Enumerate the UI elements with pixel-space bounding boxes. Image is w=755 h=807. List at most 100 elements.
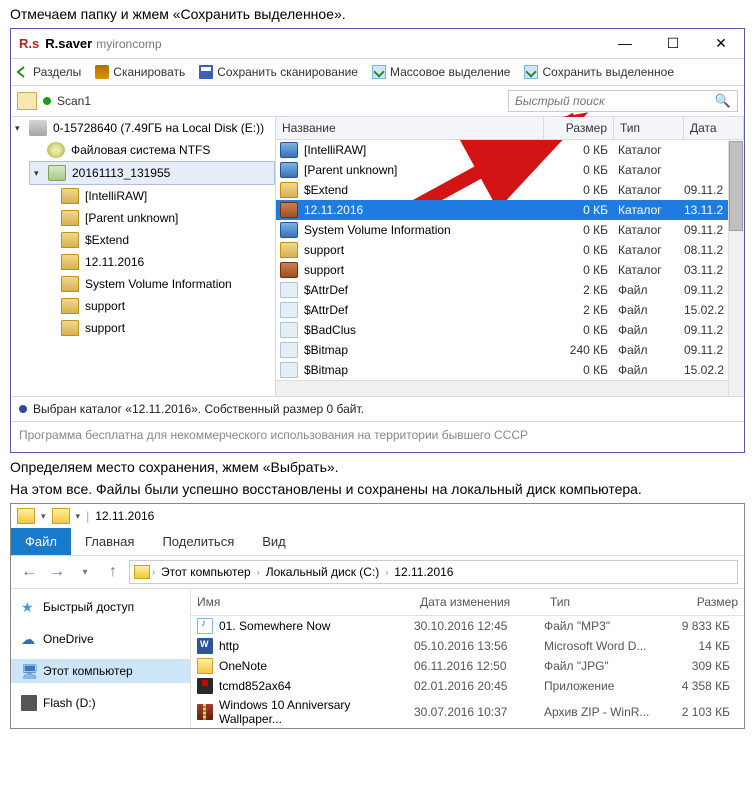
tree-root[interactable]: ▾ 0-15728640 (7.49ГБ на Local Disk (E:)) <box>11 117 275 139</box>
list-row[interactable]: $BadClus0 КБФайл09.11.2 <box>276 320 744 340</box>
explorer-row[interactable]: OneNote06.11.2016 12:50Файл "JPG"309 КБ <box>191 656 744 676</box>
mass-select-icon <box>372 65 386 79</box>
nav-forward-button[interactable]: → <box>45 560 69 584</box>
folder-icon <box>61 320 79 336</box>
tree-child[interactable]: support <box>11 295 275 317</box>
scan-button[interactable]: Сканировать <box>95 65 185 79</box>
explorer-row[interactable]: tcmd852ax6402.01.2016 20:45Приложение4 3… <box>191 676 744 696</box>
titlebar: R.s R.saver myironcomp — ☐ ✕ <box>11 29 744 58</box>
maximize-button[interactable]: ☐ <box>658 35 688 52</box>
navbar: Scan1 🔍 <box>11 86 744 117</box>
col-size[interactable]: Размер <box>664 589 744 615</box>
tab-home[interactable]: Главная <box>71 528 148 555</box>
ntfs-icon <box>47 142 65 158</box>
folder-icon <box>134 565 150 579</box>
search-box: 🔍 <box>508 90 738 112</box>
toolbar: Разделы Сканировать Сохранить сканирован… <box>11 58 744 86</box>
tab-view[interactable]: Вид <box>248 528 300 555</box>
article-line-2: Определяем место сохранения, жмем «Выбра… <box>10 459 745 475</box>
list-row[interactable]: $Bitmap240 КБФайл09.11.2 <box>276 340 744 360</box>
search-icon[interactable]: 🔍 <box>709 93 737 109</box>
tree-child[interactable]: [Parent unknown] <box>11 207 275 229</box>
statusbar: Выбран каталог «12.11.2016». Собственный… <box>11 397 744 422</box>
col-date[interactable]: Дата <box>684 117 744 139</box>
disk-icon <box>29 120 47 136</box>
explorer-row[interactable]: Windows 10 Anniversary Wallpaper...30.07… <box>191 696 744 728</box>
breadcrumb[interactable]: › Этот компьютер › Локальный диск (C:) ›… <box>129 560 738 584</box>
tab-share[interactable]: Поделиться <box>148 528 248 555</box>
nav-back-button[interactable]: ← <box>17 560 41 584</box>
file-icon <box>280 282 298 298</box>
drive-icon <box>21 695 37 711</box>
file-icon <box>280 162 298 178</box>
footnote: Программа бесплатна для некоммерческого … <box>11 422 744 452</box>
breadcrumb-seg[interactable]: 12.11.2016 <box>390 565 457 579</box>
list-row[interactable]: [Parent unknown]0 КБКаталог <box>276 160 744 180</box>
explorer-sidebar: ★ Быстрый доступ ☁ OneDrive 🖥 Этот компь… <box>11 589 191 728</box>
breadcrumb-seg[interactable]: Локальный диск (C:) <box>262 565 384 579</box>
status-dot-icon <box>19 405 27 413</box>
folder-icon <box>61 254 79 270</box>
col-name[interactable]: Название <box>276 117 544 139</box>
up-folder-icon[interactable] <box>17 92 37 110</box>
list-row[interactable]: [IntelliRAW]0 КБКаталог <box>276 140 744 160</box>
tree-child[interactable]: 12.11.2016 <box>11 251 275 273</box>
list-panel: Название Размер Тип Дата [IntelliRAW]0 К… <box>276 117 744 396</box>
list-row[interactable]: $Extend0 КБКаталог09.11.2 <box>276 180 744 200</box>
status-dot-icon <box>43 97 51 105</box>
tree-child[interactable]: $Extend <box>11 229 275 251</box>
col-type[interactable]: Тип <box>614 117 684 139</box>
app-subtitle: myironcomp <box>96 37 161 51</box>
list-row[interactable]: support0 КБКаталог08.11.2 <box>276 240 744 260</box>
list-row[interactable]: System Volume Information0 КБКаталог09.1… <box>276 220 744 240</box>
nav-history-button[interactable]: ▾ <box>73 560 97 584</box>
tree-child[interactable]: System Volume Information <box>11 273 275 295</box>
horizontal-scrollbar[interactable] <box>276 380 744 396</box>
file-icon <box>280 302 298 318</box>
list-row[interactable]: $Bitmap0 КБФайл15.02.2 <box>276 360 744 380</box>
file-icon <box>197 704 213 720</box>
file-icon <box>197 658 213 674</box>
path-text: Scan1 <box>57 94 91 108</box>
back-icon <box>15 65 29 79</box>
explorer-row[interactable]: 01. Somewhere Now30.10.2016 12:45Файл "M… <box>191 616 744 636</box>
sections-button[interactable]: Разделы <box>15 65 81 79</box>
explorer-row[interactable]: http05.10.2016 13:56Microsoft Word D...1… <box>191 636 744 656</box>
tree-child[interactable]: [IntelliRAW] <box>11 185 275 207</box>
sidebar-flash[interactable]: Flash (D:) <box>11 691 190 715</box>
col-size[interactable]: Размер <box>544 117 614 139</box>
nav-up-button[interactable]: ↑ <box>101 560 125 584</box>
sidebar-quick-access[interactable]: ★ Быстрый доступ <box>11 595 190 619</box>
folder-icon <box>17 508 35 524</box>
tab-file[interactable]: Файл <box>11 528 71 555</box>
list-row[interactable]: support0 КБКаталог03.11.2 <box>276 260 744 280</box>
explorer-titlebar: ▾ ▾ | 12.11.2016 <box>11 504 744 528</box>
list-row[interactable]: $AttrDef2 КБФайл15.02.2 <box>276 300 744 320</box>
scan-icon <box>95 65 109 79</box>
mass-select-button[interactable]: Массовое выделение <box>372 65 511 79</box>
save-scan-button[interactable]: Сохранить сканирование <box>199 65 358 79</box>
tree-ntfs[interactable]: Файловая система NTFS <box>11 139 275 161</box>
breadcrumb-seg[interactable]: Этот компьютер <box>157 565 255 579</box>
star-icon: ★ <box>21 599 37 615</box>
app-logo: R.s <box>19 36 39 51</box>
ribbon-tabs: Файл Главная Поделиться Вид <box>11 528 744 556</box>
minimize-button[interactable]: — <box>610 35 640 52</box>
vertical-scrollbar[interactable] <box>728 141 744 396</box>
tree-panel: ▾ 0-15728640 (7.49ГБ на Local Disk (E:))… <box>11 117 276 396</box>
list-row[interactable]: $AttrDef2 КБФайл09.11.2 <box>276 280 744 300</box>
disk-icon <box>199 65 213 79</box>
tree-selected-folder[interactable]: ▾ 20161113_131955 <box>29 161 275 185</box>
tree-child[interactable]: support <box>11 317 275 339</box>
save-selected-button[interactable]: Сохранить выделенное <box>524 65 674 79</box>
col-date[interactable]: Дата изменения <box>414 589 544 615</box>
list-row[interactable]: 12.11.20160 КБКаталог13.11.2 <box>276 200 744 220</box>
col-name[interactable]: Имя <box>191 589 414 615</box>
close-button[interactable]: ✕ <box>706 35 736 52</box>
sidebar-onedrive[interactable]: ☁ OneDrive <box>11 627 190 651</box>
search-input[interactable] <box>509 94 709 108</box>
sidebar-this-pc[interactable]: 🖥 Этот компьютер <box>11 659 190 683</box>
col-type[interactable]: Тип <box>544 589 664 615</box>
article-line-1: Отмечаем папку и жмем «Сохранить выделен… <box>10 6 745 22</box>
article-line-3: На этом все. Файлы были успешно восстано… <box>10 481 745 497</box>
